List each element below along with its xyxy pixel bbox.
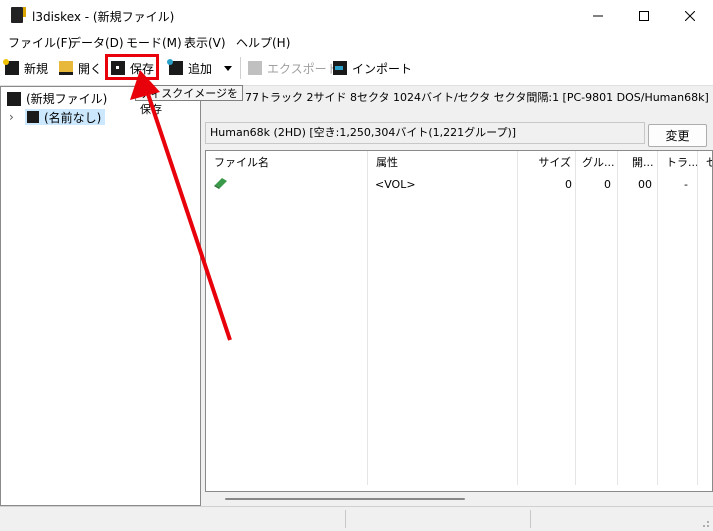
save-tooltip: ディスクイメージを保存 [135, 85, 243, 116]
import-icon [333, 61, 347, 75]
new-button[interactable]: 新規 [3, 59, 49, 77]
import-label: インポート [352, 61, 413, 76]
new-file-icon [3, 59, 19, 75]
tree-child-label: (名前なし) [44, 110, 102, 125]
scrollbar-thumb[interactable] [225, 498, 465, 500]
close-button[interactable] [667, 0, 713, 31]
maximize-icon [639, 10, 649, 21]
title-bar: l3diskex - (新規ファイル) [0, 0, 713, 31]
tree-child-item[interactable]: › (名前なし) [9, 109, 106, 125]
maximize-button[interactable] [621, 0, 667, 31]
cell-track: - [684, 178, 688, 191]
change-button[interactable]: 変更 [648, 124, 707, 147]
status-bar [0, 506, 713, 531]
column-sector[interactable]: セ [698, 151, 712, 175]
menu-help[interactable]: ヘルプ(H) [236, 34, 290, 51]
window-title: l3diskex - (新規ファイル) [32, 10, 175, 24]
tree-root-item[interactable]: (新規ファイル) [7, 90, 107, 107]
save-highlight-box [105, 54, 159, 80]
minimize-button[interactable] [575, 0, 621, 31]
cell-start: 00 [638, 178, 652, 191]
import-button[interactable]: インポート [333, 59, 412, 77]
column-track[interactable]: トラ... [658, 151, 698, 175]
tree-root-label: (新規ファイル) [26, 92, 108, 106]
column-size[interactable]: サイズ [518, 151, 576, 175]
menu-file[interactable]: ファイル(F) [8, 34, 72, 51]
export-icon [248, 61, 262, 75]
add-button[interactable]: 追加 [167, 59, 213, 77]
app-icon [11, 7, 26, 23]
cell-attribute: <VOL> [375, 178, 416, 191]
horizontal-scrollbar[interactable] [205, 492, 713, 506]
tree-child-selection: (名前なし) [25, 109, 106, 125]
column-attribute[interactable]: 属性 [368, 151, 518, 175]
toolbar-separator [240, 57, 241, 79]
add-label: 追加 [188, 61, 213, 76]
resize-grip-icon[interactable] [700, 518, 710, 528]
volume-icon [214, 177, 228, 192]
disk-icon [7, 91, 21, 106]
export-button[interactable]: エクスポート [248, 59, 339, 77]
export-label: エクスポート [267, 61, 339, 76]
folder-icon [59, 61, 73, 75]
partition-info: Human68k (2HD) [空き:1,250,304バイト(1,221グルー… [205, 122, 645, 144]
chevron-right-icon[interactable]: › [9, 110, 19, 124]
disk-tree: (新規ファイル) › (名前なし) [0, 86, 201, 506]
menu-bar: ファイル(F) データ(D) モード(M) 表示(V) ヘルプ(H) [0, 31, 713, 51]
file-list: ファイル名 属性 サイズ グル... 開... トラ... セ <VOL> 0 … [205, 150, 713, 492]
menu-view[interactable]: 表示(V) [184, 34, 226, 51]
open-label: 開く [78, 61, 103, 76]
floppy-disk-icon [27, 111, 39, 123]
close-icon [685, 10, 695, 21]
disk-info: 77トラック 2サイド 8セクタ 1024バイト/セクタ セクタ間隔:1 [PC… [245, 89, 709, 105]
cell-group: 0 [604, 178, 611, 191]
column-start[interactable]: 開... [618, 151, 658, 175]
column-filename[interactable]: ファイル名 [206, 151, 368, 175]
column-group[interactable]: グル... [576, 151, 618, 175]
new-label: 新規 [24, 61, 49, 76]
menu-mode[interactable]: モード(M) [126, 34, 182, 51]
main-panel: 77トラック 2サイド 8セクタ 1024バイト/セクタ セクタ間隔:1 [PC… [205, 86, 713, 506]
cell-size: 0 [565, 178, 572, 191]
open-button[interactable]: 開く [59, 59, 102, 77]
add-dropdown-button[interactable] [224, 59, 232, 77]
dropdown-arrow-icon [224, 65, 232, 71]
minimize-icon [593, 15, 603, 16]
add-disk-icon [167, 59, 183, 75]
menu-data[interactable]: データ(D) [69, 34, 124, 51]
